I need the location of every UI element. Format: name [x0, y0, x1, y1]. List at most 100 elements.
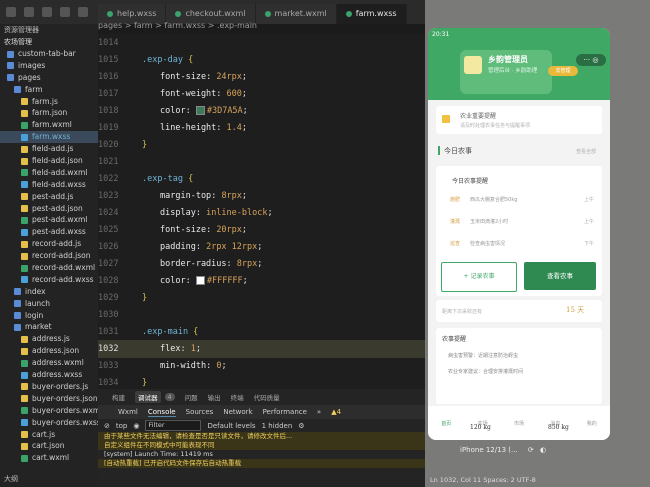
explorer-icon[interactable] — [6, 7, 16, 17]
file-item[interactable]: pages — [0, 72, 98, 84]
file-item[interactable]: login — [0, 310, 98, 322]
file-item[interactable]: field-add.wxss — [0, 179, 98, 191]
panel-tab[interactable]: 终端 — [231, 392, 244, 402]
record-task-button[interactable]: + 记录农事 — [441, 262, 517, 292]
settings-gear-icon[interactable]: ⚙ — [298, 422, 304, 430]
file-item[interactable]: launch — [0, 298, 98, 310]
debug-icon[interactable] — [60, 7, 70, 17]
file-item[interactable]: index — [0, 286, 98, 298]
file-item[interactable]: buyer-orders.wxss — [0, 417, 101, 429]
file-item[interactable]: pest-add.json — [0, 203, 98, 215]
code-line[interactable]: 1029} — [98, 289, 425, 307]
code-line[interactable]: 1016 font-size: 24rpx; — [98, 68, 425, 86]
bottom-tab[interactable]: 我的 — [587, 420, 597, 427]
code-line[interactable]: 1018 color: #3D7A5A; — [98, 102, 425, 120]
panel-tab[interactable]: 输出 — [208, 392, 221, 402]
code-editor[interactable]: 1014 1015 .exp-day {1016 font-size: 24rpx; 1… — [98, 34, 425, 389]
code-line[interactable]: 1026 padding: 2rpx 12rpx; — [98, 238, 425, 256]
clear-console-icon[interactable]: ⊘ — [104, 422, 110, 430]
file-item[interactable]: pest-add.wxml — [0, 214, 98, 226]
levels-select[interactable]: Default levels — [207, 422, 255, 430]
code-line[interactable]: 1032 flex: 1; — [98, 340, 425, 358]
file-item[interactable]: record-add.json — [0, 250, 98, 262]
context-select[interactable]: top — [116, 422, 127, 430]
eye-icon[interactable]: ◉ — [133, 422, 139, 430]
file-item[interactable]: record-add.js — [0, 238, 98, 250]
devtools-tab[interactable]: Performance — [263, 408, 307, 416]
code-line[interactable]: 1033 min-width: 0; — [98, 357, 425, 375]
devtools-tab[interactable]: Sources — [186, 408, 214, 416]
bottom-tab[interactable]: 首页 — [441, 420, 451, 427]
file-item[interactable]: field-add.wxml — [0, 167, 98, 179]
code-line[interactable]: 1030 — [98, 306, 425, 324]
devtools-tab[interactable]: » — [317, 408, 321, 416]
panel-tab[interactable]: 代码质量 — [254, 392, 280, 402]
file-item[interactable]: record-add.wxss — [0, 274, 98, 286]
git-icon[interactable] — [42, 7, 52, 17]
code-line[interactable]: 1019 line-height: 1.4; — [98, 119, 425, 137]
color-swatch-icon[interactable] — [195, 276, 205, 285]
file-item[interactable]: buyer-orders.js — [0, 381, 98, 393]
file-item[interactable]: buyer-orders.wxml — [0, 405, 102, 417]
file-item[interactable]: cart.json — [0, 440, 98, 452]
file-item[interactable]: cart.js — [0, 429, 98, 441]
code-line[interactable]: 1015 .exp-day { — [98, 51, 425, 69]
extensions-icon[interactable] — [78, 7, 88, 17]
file-tree: custom-tab-bar images pages farm farm.js farm… — [0, 48, 102, 464]
code-line[interactable]: 1020} — [98, 136, 425, 154]
code-line[interactable]: 1023 margin-top: 8rpx; — [98, 187, 425, 205]
outline-section[interactable]: 大纲 — [0, 474, 102, 487]
view-task-button[interactable]: 查看农事 — [524, 262, 596, 290]
capsule-menu[interactable]: ··· ◎ — [576, 54, 606, 66]
filter-input[interactable]: Filter — [145, 420, 202, 431]
code-line[interactable]: 1017 font-weight: 600; — [98, 85, 425, 103]
panel-tab[interactable]: 调试器 — [135, 391, 161, 403]
file-item[interactable]: pest-add.wxss — [0, 226, 98, 238]
file-item[interactable]: buyer-orders.json — [0, 393, 98, 405]
devtools-tab[interactable]: Wxml — [118, 408, 138, 416]
file-item[interactable]: address.json — [0, 345, 98, 357]
file-item[interactable]: address.wxss — [0, 369, 98, 381]
code-line[interactable]: 1028 color: #FFFFFF; — [98, 272, 425, 290]
file-item[interactable]: farm.js — [0, 96, 98, 108]
panel-tab[interactable]: 构建 — [112, 392, 125, 402]
rotate-icon[interactable]: ◐ — [540, 446, 546, 454]
code-line[interactable]: 1024 display: inline-block; — [98, 204, 425, 222]
file-item[interactable]: market — [0, 321, 98, 333]
devtools-tab[interactable]: Network — [223, 408, 252, 416]
file-item[interactable]: pest-add.js — [0, 191, 98, 203]
file-item[interactable]: custom-tab-bar — [0, 48, 98, 60]
file-item[interactable]: cart.wxml — [0, 452, 98, 464]
code-line[interactable]: 1031 .exp-main { — [98, 323, 425, 341]
file-item[interactable]: farm.wxml — [0, 119, 98, 131]
file-item[interactable]: field-add.json — [0, 155, 98, 167]
tip-card[interactable]: 农业重要提醒 请及时处理农事任务与提醒事项 — [436, 106, 602, 134]
panel-tab[interactable]: 问题 — [185, 392, 198, 402]
file-item[interactable]: field-add.js — [0, 143, 98, 155]
code-line[interactable]: 1027 border-radius: 8rpx; — [98, 255, 425, 273]
bottom-tab[interactable]: 市场 — [514, 420, 524, 427]
code-line[interactable]: 1025 font-size: 20rpx; — [98, 221, 425, 239]
devtools-tab[interactable]: Console — [147, 408, 176, 417]
file-item[interactable]: farm.wxss — [0, 131, 98, 144]
device-selector[interactable]: iPhone 12/13 (... ⟳ ◐ — [460, 446, 620, 460]
manage-button[interactable]: 去管理 — [548, 66, 578, 76]
file-item[interactable]: address.js — [0, 333, 98, 345]
project-root[interactable]: 农场管理 — [0, 36, 98, 48]
file-item[interactable]: address.wxml — [0, 357, 98, 369]
code-line[interactable]: 1022 .exp-tag { — [98, 170, 425, 188]
code-line[interactable]: 1014 — [98, 34, 425, 52]
notice-item[interactable]: 病虫害预警：近期注意防治蚜虫 — [448, 352, 518, 359]
file-item[interactable]: farm.json — [0, 107, 98, 119]
file-item[interactable]: record-add.wxml — [0, 262, 98, 274]
refresh-icon[interactable]: ⟳ — [528, 446, 534, 454]
file-item[interactable]: images — [0, 60, 98, 72]
search-icon[interactable] — [24, 7, 34, 17]
notice-item[interactable]: 农业专家建议：合理安排灌溉时间 — [448, 368, 523, 375]
file-item[interactable]: farm — [0, 84, 98, 96]
phone-simulator[interactable]: 20:31 乡韵管理员 管理后台 · 乡韵助理 去管理 ··· ◎ 农业重要提醒… — [428, 28, 610, 440]
code-line[interactable]: 1021 — [98, 153, 425, 171]
section-more-link[interactable]: 查看全部 — [576, 148, 596, 155]
warning-count[interactable]: ▲4 — [331, 408, 341, 416]
color-swatch-icon[interactable] — [195, 106, 205, 115]
